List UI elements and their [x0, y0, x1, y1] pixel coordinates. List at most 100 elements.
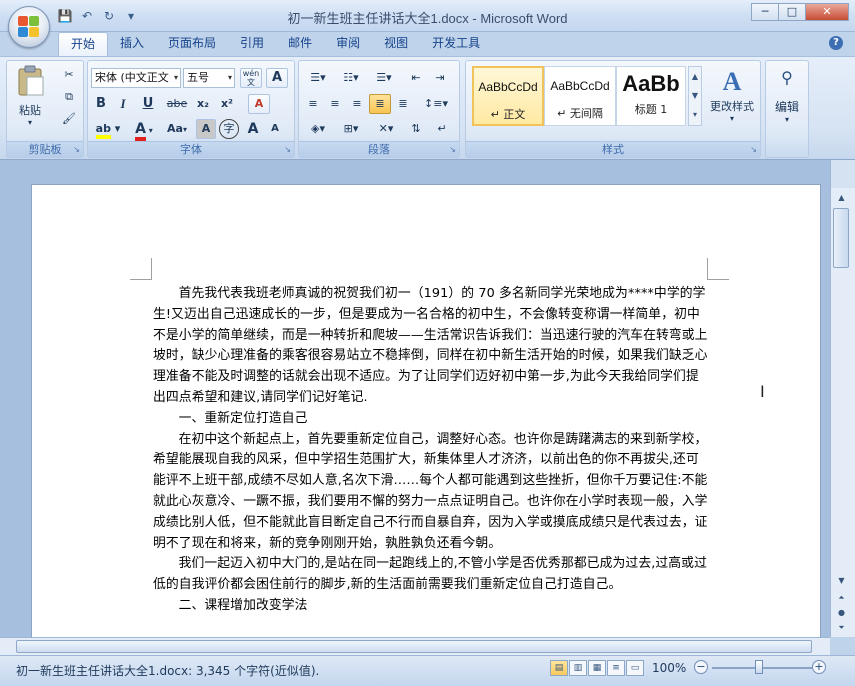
- margin-corner-tl: [130, 258, 152, 280]
- increase-indent-icon[interactable]: ⇥: [429, 68, 451, 88]
- align-right-icon[interactable]: ≡: [347, 94, 367, 114]
- align-left-icon[interactable]: ≡: [303, 94, 323, 114]
- style-no-spacing-sample: AaBbCcDd: [550, 79, 610, 93]
- sort-icon[interactable]: ⇅: [405, 119, 427, 139]
- next-page-icon[interactable]: ⏷: [834, 620, 849, 635]
- zoom-out-icon[interactable]: −: [694, 660, 708, 674]
- enclose-characters-button[interactable]: 字: [219, 119, 239, 139]
- italic-button[interactable]: I: [113, 94, 133, 114]
- font-name-value: 宋体 (中文正⽂: [95, 71, 169, 84]
- font-color-button[interactable]: A ▾: [128, 119, 160, 141]
- underline-button[interactable]: U: [135, 94, 161, 114]
- show-marks-icon[interactable]: ↵: [431, 119, 453, 139]
- bullets-icon[interactable]: ☰▾: [303, 68, 333, 88]
- vertical-scroll-thumb[interactable]: [833, 208, 849, 268]
- ribbon-tabs: 开始 插入 页面布局 引用 邮件 审阅 视图 开发工具: [0, 32, 855, 57]
- tab-mailings[interactable]: 邮件: [276, 32, 324, 56]
- tab-insert[interactable]: 插入: [108, 32, 156, 56]
- chinese-layout-icon[interactable]: ✕▾: [371, 119, 401, 139]
- styles-launcher-icon[interactable]: ↘: [750, 145, 757, 154]
- font-name-combo[interactable]: 宋体 (中文正⽂ ▾: [91, 68, 181, 88]
- title-bar: 💾 ↶ ↻ ▾ 初一新生班主任讲话大全1.docx - Microsoft Wo…: [0, 0, 855, 32]
- character-border-button[interactable]: A: [266, 68, 288, 88]
- tab-view[interactable]: 视图: [372, 32, 420, 56]
- tab-references[interactable]: 引用: [228, 32, 276, 56]
- full-screen-reading-icon[interactable]: ▥: [569, 660, 587, 676]
- change-case-button[interactable]: Aa▾: [162, 119, 192, 139]
- strikethrough-button[interactable]: abe: [164, 94, 190, 114]
- ruler-toggle-icon[interactable]: [830, 160, 855, 188]
- close-button[interactable]: ✕: [805, 3, 849, 21]
- outline-icon[interactable]: ≡: [607, 660, 625, 676]
- format-painter-icon[interactable]: 🖌: [59, 109, 79, 129]
- office-logo-icon: [18, 16, 40, 38]
- clear-formatting-button[interactable]: A: [248, 94, 270, 114]
- shrink-font-button[interactable]: A: [265, 119, 285, 139]
- tab-review[interactable]: 审阅: [324, 32, 372, 56]
- tab-page-layout[interactable]: 页面布局: [156, 32, 228, 56]
- editing-group: ⚲ 编辑 ▾: [765, 60, 809, 158]
- styles-gallery-scroll[interactable]: ▲ ▼ ▾: [688, 66, 702, 126]
- zoom-level[interactable]: 100%: [652, 661, 686, 675]
- tab-developer[interactable]: 开发工具: [420, 32, 492, 56]
- decrease-indent-icon[interactable]: ⇤: [405, 68, 427, 88]
- print-layout-icon[interactable]: ▤: [550, 660, 568, 676]
- numbering-icon[interactable]: ☷▾: [336, 68, 366, 88]
- change-styles-button[interactable]: A 更改样式 ▾: [706, 66, 758, 136]
- change-case-label: Aa: [167, 122, 183, 135]
- document-info[interactable]: 初一新生班主任讲话大全1.docx: 3,345 个字符(近似值).: [16, 662, 319, 679]
- bold-button[interactable]: B: [91, 94, 111, 114]
- phonetic-guide-button[interactable]: wén 文: [240, 68, 262, 88]
- view-buttons: ▤ ▥ ▦ ≡ ▭: [550, 660, 645, 676]
- cut-icon[interactable]: ✂: [59, 65, 79, 85]
- ribbon: 粘贴 ▾ ✂ ⧉ 🖌 剪贴板 ↘ 宋体 (中文正⽂ ▾ 五号 ▾ wén 文 A B…: [0, 56, 855, 160]
- shading-icon[interactable]: ◈▾: [303, 119, 333, 139]
- zoom-in-icon[interactable]: +: [812, 660, 826, 674]
- subscript-button[interactable]: x₂: [192, 94, 214, 114]
- status-bar: 初一新生班主任讲话大全1.docx: 3,345 个字符(近似值). ▤ ▥ ▦…: [0, 655, 855, 686]
- distributed-icon[interactable]: ≣: [393, 94, 413, 114]
- browse-object-icon[interactable]: ●: [834, 605, 849, 620]
- borders-icon[interactable]: ⊞▾: [336, 119, 366, 139]
- justify-icon[interactable]: ≣: [369, 94, 391, 114]
- font-launcher-icon[interactable]: ↘: [284, 145, 291, 154]
- minimize-button[interactable]: ─: [751, 3, 779, 21]
- line-spacing-icon[interactable]: ↕≡▾: [421, 94, 451, 114]
- draft-icon[interactable]: ▭: [626, 660, 644, 676]
- text-highlight-button[interactable]: ab ▾: [91, 119, 125, 139]
- horizontal-scrollbar[interactable]: [0, 637, 830, 655]
- office-button[interactable]: [8, 6, 50, 48]
- document-text[interactable]: 首先我代表我班老师真诚的祝贺我们初一（191）的 70 多名新同学光荣地成为**…: [153, 284, 709, 617]
- style-heading-1[interactable]: AaBb 标题 1: [616, 66, 686, 126]
- paste-label: 粘贴: [19, 104, 41, 117]
- paste-button[interactable]: 粘贴 ▾: [13, 65, 47, 127]
- window-controls: ─ □ ✕: [751, 3, 849, 21]
- paragraph-launcher-icon[interactable]: ↘: [449, 145, 456, 154]
- vertical-scrollbar[interactable]: ▲ ▼ ⏶ ● ⏷: [830, 188, 855, 637]
- maximize-button[interactable]: □: [778, 3, 806, 21]
- copy-icon[interactable]: ⧉: [59, 87, 79, 107]
- document-page[interactable]: 首先我代表我班老师真诚的祝贺我们初一（191）的 70 多名新同学光荣地成为**…: [31, 184, 821, 637]
- paragraph-4: 我们一起迈入初中大门的,是站在同一起跑线上的,不管小学是否优秀那都已成为过去,过…: [153, 556, 707, 593]
- style-heading-1-sample: AaBb: [622, 71, 680, 96]
- align-center-icon[interactable]: ≡: [325, 94, 345, 114]
- tab-home[interactable]: 开始: [58, 32, 109, 57]
- style-no-spacing[interactable]: AaBbCcDd ↵ 无间隔: [544, 66, 616, 126]
- editing-button[interactable]: ⚲ 编辑 ▾: [766, 66, 808, 136]
- window-title: 初一新生班主任讲话大全1.docx - Microsoft Word: [287, 11, 568, 26]
- clipboard-launcher-icon[interactable]: ↘: [73, 145, 80, 154]
- scroll-down-icon[interactable]: ▼: [834, 573, 849, 588]
- zoom-slider-knob[interactable]: [755, 660, 763, 674]
- character-shading-button[interactable]: A: [196, 119, 216, 139]
- multilevel-list-icon[interactable]: ☰▾: [369, 68, 399, 88]
- horizontal-scroll-thumb[interactable]: [16, 640, 812, 653]
- superscript-button[interactable]: x²: [216, 94, 238, 114]
- style-normal[interactable]: AaBbCcDd ↵ 正文: [472, 66, 544, 126]
- font-size-combo[interactable]: 五号 ▾: [183, 68, 235, 88]
- style-heading-1-name: 标题 1: [634, 103, 668, 116]
- web-layout-icon[interactable]: ▦: [588, 660, 606, 676]
- prev-page-icon[interactable]: ⏶: [834, 590, 849, 605]
- grow-font-button[interactable]: A: [243, 119, 263, 139]
- help-icon[interactable]: ?: [829, 36, 843, 50]
- scroll-up-icon[interactable]: ▲: [834, 190, 849, 205]
